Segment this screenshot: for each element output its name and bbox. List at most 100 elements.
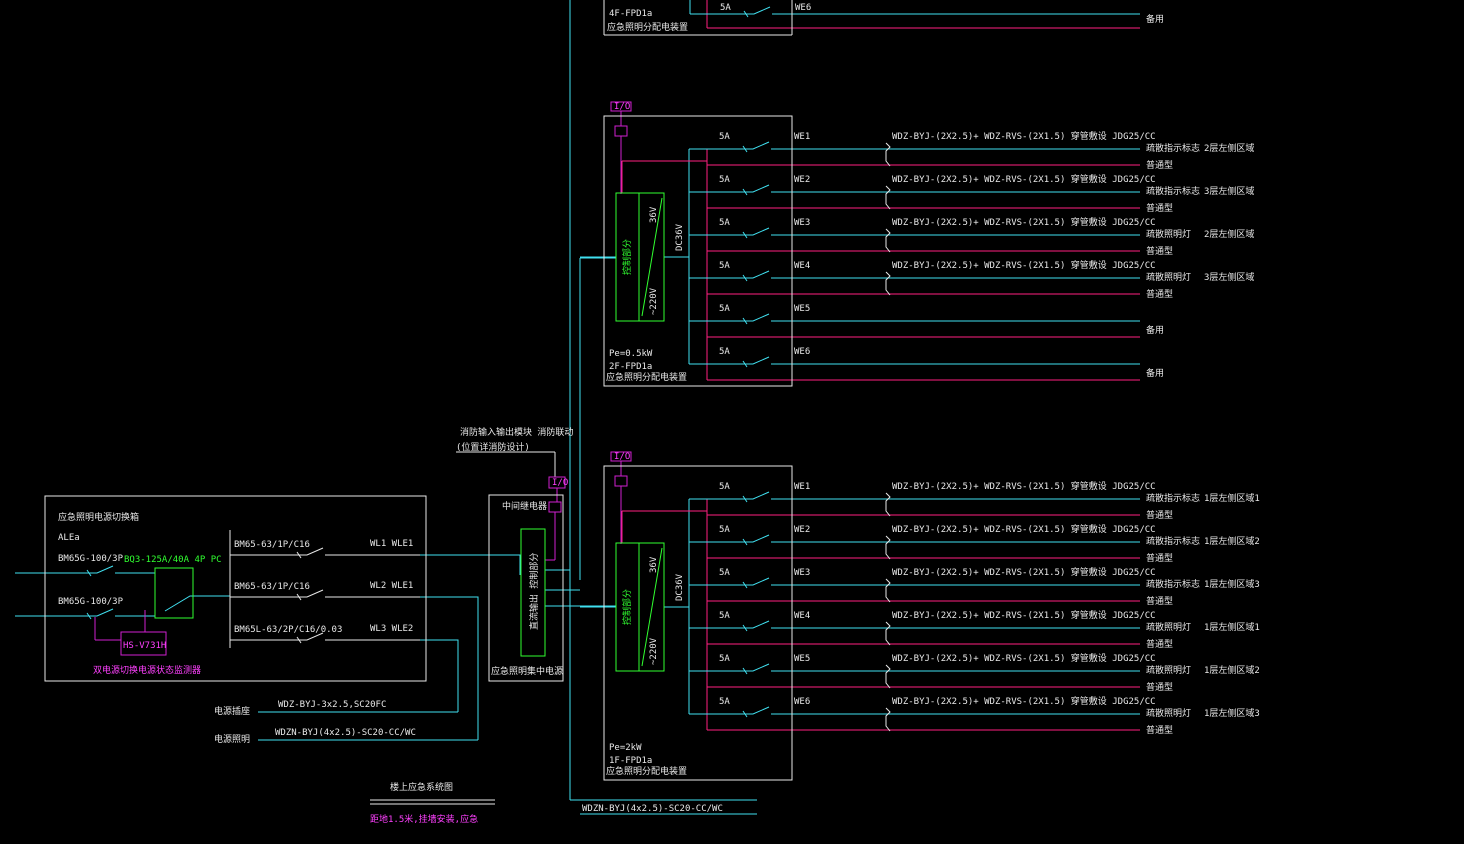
panel-2f-row-breaker	[741, 227, 770, 236]
panel-2f-row-circuit-label: WE5	[794, 304, 810, 314]
diagram-wiring	[15, 0, 1140, 815]
panel-2f-row-breaker	[741, 184, 770, 193]
panel-2f-row-area: 3层左侧区域	[1204, 271, 1254, 283]
panel-2f-row-dest1: 备用	[1146, 324, 1164, 336]
central-relay-box	[548, 501, 562, 513]
main-ats-box	[154, 567, 194, 619]
panel-1f-row-dest1: 疏散照明灯	[1146, 664, 1191, 676]
panel-2f-row-breaker-label: 5A	[719, 261, 730, 271]
panel-1f-pe: Pe=2kW	[609, 743, 642, 753]
cable-1-spec: WDZ-BYJ-3x2.5,SC20FC	[278, 700, 386, 710]
panel-1f-desc: 应急照明分配电装置	[606, 765, 687, 777]
cable-1-label: 电源插座	[214, 705, 250, 717]
main-feeder-breaker: BM65-63/1P/C16	[234, 540, 310, 550]
panel-1f-row-breaker-label: 5A	[719, 611, 730, 621]
panel-1f-row-dest1: 疏散指示标志	[1146, 492, 1200, 504]
panel-1f-row-breaker-label: 5A	[719, 482, 730, 492]
panel-2f-row-dest2: 普通型	[1146, 159, 1173, 171]
panel-2f-pe: Pe=0.5kW	[609, 349, 653, 359]
panel-2f-voltage-bottom: ~220V	[649, 287, 659, 315]
panel-1f-row-cable-mark	[885, 535, 891, 560]
panel-2f-row-area: 3层左侧区域	[1204, 185, 1254, 197]
main-feeder-label: WL1 WLE1	[370, 539, 413, 549]
labels-layer: 5A WE6 备用 4F-FPD1a 应急照明分配电装置 I/O 控制部分 36V ~220V D…	[58, 3, 1260, 825]
panel-2f-row-cable: WDZ-BYJ-(2X2.5)+ WDZ-RVS-(2X1.5) 穿管敷设 JD…	[892, 259, 1156, 271]
cable-bottom-spec: WDZN-BYJ(4x2.5)-SC20-CC/WC	[582, 804, 723, 814]
panel-1f-row-area: 1层左侧区域1	[1204, 492, 1260, 504]
panel-2f-row-dest1: 疏散照明灯	[1146, 271, 1191, 283]
panel-1f-row-dest2: 普通型	[1146, 638, 1173, 650]
panel-1f-row-area: 1层左侧区域1	[1204, 621, 1260, 633]
panel-2f-row-dest1: 疏散指示标志	[1146, 142, 1200, 154]
panel-2f-row-dest2: 普通型	[1146, 245, 1173, 257]
cable-2-spec: WDZN-BYJ(4x2.5)-SC20-CC/WC	[275, 728, 416, 738]
panel-1f-row-circuit-label: WE2	[794, 525, 810, 535]
panel-1f-row-cable: WDZ-BYJ-(2X2.5)+ WDZ-RVS-(2X1.5) 穿管敷设 JD…	[892, 609, 1156, 621]
panel-1f-row-area: 1层左侧区域2	[1204, 535, 1260, 547]
panel-1f-io-terminal	[614, 475, 628, 487]
panel-2f-row-breaker	[741, 313, 770, 322]
top-row-dest: 备用	[1146, 13, 1164, 25]
main-feeder-breaker: BM65-63/1P/C16	[234, 582, 310, 592]
panel-1f-row-dest1: 疏散指示标志	[1146, 535, 1200, 547]
panel-1f-voltage-bottom: ~220V	[649, 637, 659, 665]
panel-1f-row-area: 1层左侧区域3	[1204, 707, 1260, 719]
panel-1f-voltage-top: 36V	[649, 556, 659, 573]
panel-2f-row-breaker-label: 5A	[719, 175, 730, 185]
panel-2f-row-area: 2层左侧区域	[1204, 228, 1254, 240]
panel-2f-io-label: I/O	[614, 102, 630, 112]
panels-layer	[44, 0, 793, 781]
footer-note: 距地1.5米,挂墙安装,应急	[370, 813, 478, 825]
central-desc: 应急照明集中电源	[491, 665, 563, 677]
panel-2f-row-breaker	[741, 356, 770, 365]
panel-2f-row-cable-mark	[885, 185, 891, 210]
top-row-breaker-label: 5A	[720, 3, 731, 13]
panel-1f-row-circuit-label: WE4	[794, 611, 810, 621]
top-panel-desc: 应急照明分配电装置	[607, 21, 688, 33]
panel-2f-row-circuit-label: WE4	[794, 261, 810, 271]
panel-2f-row-breaker-label: 5A	[719, 218, 730, 228]
main-box-title: 应急照明电源切换箱	[58, 511, 139, 523]
panel-1f-row-breaker-label: 5A	[719, 697, 730, 707]
main-feed-to-central	[420, 554, 521, 575]
panel-1f-row-dest2: 普通型	[1146, 724, 1173, 736]
panel-1f-row-breaker-label: 5A	[719, 654, 730, 664]
main-in-2-breaker	[85, 608, 114, 617]
panel-1f-row-circuit-label: WE3	[794, 568, 810, 578]
main-feeder-label: WL3 WLE2	[370, 624, 413, 634]
panel-1f-row-breaker	[741, 706, 770, 715]
panel-1f-pink-link	[622, 499, 708, 512]
panel-2f-ctrl-label: 控制部分	[621, 239, 633, 275]
panel-1f-row-cable-mark	[885, 492, 891, 517]
panel-1f-row-dest2: 普通型	[1146, 552, 1173, 564]
panel-1f-row-breaker	[741, 663, 770, 672]
panel-1f-row-circuit-label: WE1	[794, 482, 810, 492]
panel-1f-row-dest1: 疏散指示标志	[1146, 578, 1200, 590]
panel-1f-row-dest2: 普通型	[1146, 509, 1173, 521]
panel-1f-row-dest2: 普通型	[1146, 595, 1173, 607]
panel-1f-ctrl-label: 控制部分	[621, 589, 633, 625]
panel-1f-row-area: 1层左侧区域3	[1204, 578, 1260, 590]
panel-2f-voltage-top: 36V	[649, 206, 659, 223]
panel-1f-io-label: I/O	[614, 452, 630, 462]
panel-2f-row-cable: WDZ-BYJ-(2X2.5)+ WDZ-RVS-(2X1.5) 穿管敷设 JD…	[892, 173, 1156, 185]
main-in-breaker-1: BM65G-100/3P	[58, 554, 124, 564]
panel-1f-row-cable-mark	[885, 578, 891, 603]
panel-2f-row-dest2: 普通型	[1146, 202, 1173, 214]
panel-2f-row-cable-mark	[885, 228, 891, 253]
main-box-code: ALEa	[58, 533, 80, 543]
main-feeder-breaker: BM65L-63/2P/C16/0.03	[234, 625, 342, 635]
panel-1f-row-circuit-label: WE6	[794, 697, 810, 707]
panel-1f-row-breaker	[741, 534, 770, 543]
central-io-label: I/O	[552, 478, 568, 488]
central-ctrl-label: 直流输出 控制部分	[528, 553, 540, 630]
cable-2-label: 电源照明	[214, 733, 250, 745]
panel-2f-row-breaker	[741, 141, 770, 150]
main-feeder-label: WL2 WLE1	[370, 581, 413, 591]
panel-2f-row-dest1: 疏散照明灯	[1146, 228, 1191, 240]
main-in-1-breaker	[85, 565, 114, 574]
central-note-1: 消防输入输出模块 消防联动	[460, 426, 573, 438]
panel-1f-row-breaker	[741, 577, 770, 586]
panel-2f-row-dest2: 普通型	[1146, 288, 1173, 300]
panel-2f-dc-label: DC36V	[675, 223, 685, 251]
